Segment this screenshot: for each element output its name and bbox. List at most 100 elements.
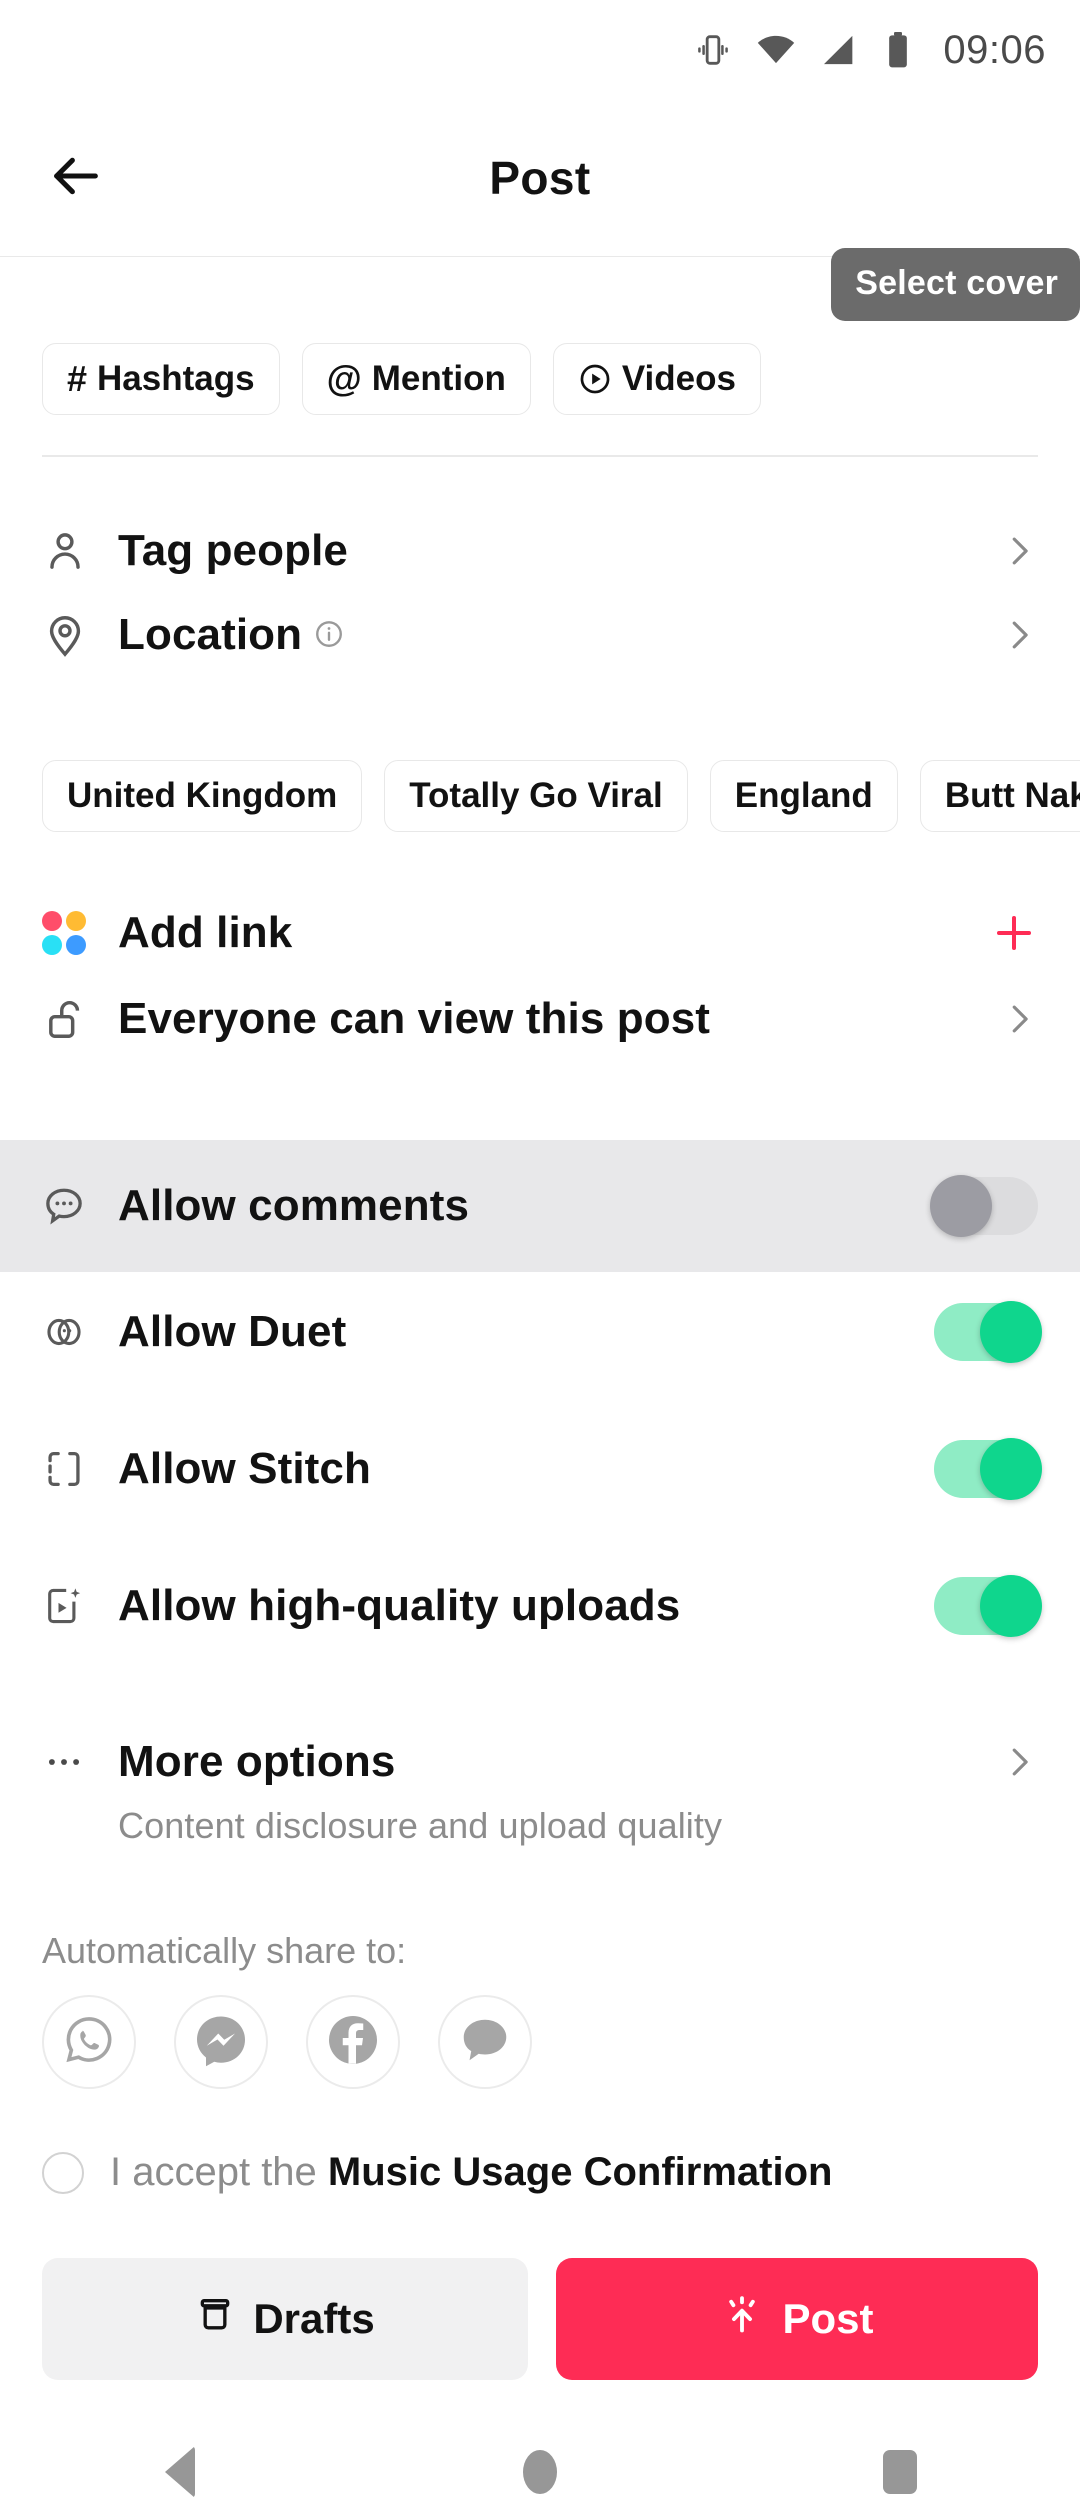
post-upload-icon	[720, 2292, 764, 2346]
caption-tool-chips: # Hashtags @ Mention Videos	[42, 343, 761, 415]
row-location[interactable]: Location	[0, 592, 1080, 678]
music-consent-prefix: I accept the	[110, 2150, 328, 2194]
page-title: Post	[489, 152, 591, 204]
facebook-icon	[323, 2010, 383, 2075]
signal-icon	[819, 30, 859, 70]
row-tag-people[interactable]: Tag people	[0, 508, 1080, 594]
chevron-right-icon	[1000, 532, 1038, 570]
location-suggestion-chips: United Kingdom Totally Go Viral England …	[42, 760, 1080, 832]
row-allow-duet[interactable]: Allow Duet	[0, 1286, 1080, 1378]
share-whatsapp-button[interactable]	[42, 1995, 136, 2089]
allow-duet-toggle[interactable]	[934, 1301, 1042, 1363]
person-icon	[42, 528, 100, 574]
more-options-subtitle: Content disclosure and upload quality	[118, 1805, 723, 1846]
chevron-right-icon	[1000, 1000, 1038, 1038]
status-bar-clock: 09:06	[943, 27, 1046, 72]
drafts-button[interactable]: Drafts	[42, 2258, 528, 2380]
location-chip[interactable]: Butt Naked Clinic	[919, 760, 1080, 832]
toggle-knob	[980, 1301, 1042, 1363]
nav-back-button[interactable]	[110, 2424, 250, 2520]
hashtag-icon: #	[67, 358, 88, 399]
tag-people-label: Tag people	[118, 526, 348, 575]
row-more-options[interactable]: More options	[0, 1716, 1080, 1808]
chip-label: Mention	[371, 359, 506, 398]
comment-bubble-icon	[42, 1184, 100, 1228]
location-label: Location	[118, 610, 344, 660]
allow-stitch-label: Allow Stitch	[118, 1444, 371, 1493]
location-chip[interactable]: England	[709, 760, 898, 832]
chat-bubble-icon	[456, 2011, 514, 2074]
unlock-icon	[42, 996, 100, 1042]
nav-home-button[interactable]	[470, 2424, 610, 2520]
share-sms-button[interactable]	[438, 1995, 532, 2089]
chevron-right-icon	[1000, 1743, 1038, 1781]
radio-unchecked-icon[interactable]	[42, 2151, 84, 2194]
chips-divider	[42, 455, 1038, 457]
chip-mention[interactable]: @ Mention	[301, 343, 531, 415]
nav-home-icon	[523, 2450, 557, 2494]
whatsapp-icon	[60, 2011, 118, 2074]
back-button[interactable]	[38, 140, 114, 216]
chevron-right-icon	[1000, 616, 1038, 654]
music-consent-row[interactable]: I accept the Music Usage Confirmation	[42, 2150, 832, 2195]
back-arrow-icon	[47, 147, 105, 210]
status-bar: 09:06	[0, 0, 1080, 100]
allow-comments-label: Allow comments	[118, 1181, 470, 1230]
toggle-knob	[930, 1175, 992, 1237]
chip-label: Videos	[621, 359, 736, 398]
nav-recents-icon	[883, 2450, 917, 2494]
music-usage-confirmation-link[interactable]: Music Usage Confirmation	[328, 2150, 833, 2194]
four-dots-icon	[42, 911, 100, 955]
chip-hashtags[interactable]: # Hashtags	[42, 343, 280, 415]
video-play-icon	[578, 362, 612, 396]
post-button[interactable]: Post	[556, 2258, 1038, 2380]
allow-duet-label: Allow Duet	[118, 1307, 347, 1356]
share-messenger-button[interactable]	[174, 1995, 268, 2089]
post-label: Post	[782, 2295, 874, 2342]
toggle-knob	[980, 1438, 1042, 1500]
chip-label: Hashtags	[97, 359, 255, 398]
duet-icon	[42, 1310, 100, 1354]
allow-hq-label: Allow high-quality uploads	[118, 1581, 681, 1630]
allow-comments-toggle[interactable]	[930, 1175, 1038, 1237]
toggle-knob	[980, 1575, 1042, 1637]
location-pin-icon	[42, 612, 100, 658]
ellipsis-icon	[42, 1740, 100, 1784]
mention-icon: @	[326, 358, 362, 399]
share-targets	[42, 1995, 532, 2089]
vibrate-icon	[693, 30, 733, 70]
hq-upload-icon	[42, 1584, 100, 1628]
messenger-icon	[191, 2010, 251, 2075]
header-bar: Post	[0, 100, 1080, 256]
select-cover-button[interactable]: Select cover	[831, 248, 1080, 321]
wifi-icon	[755, 29, 797, 71]
chip-videos[interactable]: Videos	[552, 343, 761, 415]
post-screen: 09:06 Post Select cover # Hashtags @ Men…	[0, 0, 1080, 2520]
allow-stitch-toggle[interactable]	[934, 1438, 1042, 1500]
plus-icon[interactable]	[990, 909, 1038, 957]
share-facebook-button[interactable]	[306, 1995, 400, 2089]
drafts-icon	[195, 2294, 235, 2344]
info-icon[interactable]	[314, 610, 344, 660]
location-text: Location	[118, 610, 303, 659]
more-options-label: More options	[118, 1737, 396, 1786]
android-nav-bar	[0, 2424, 1080, 2520]
location-chip[interactable]: Totally Go Viral	[384, 760, 688, 832]
drafts-label: Drafts	[253, 2295, 375, 2342]
music-consent-text: I accept the Music Usage Confirmation	[110, 2150, 832, 2195]
share-section-label: Automatically share to:	[42, 1930, 407, 1971]
row-privacy[interactable]: Everyone can view this post	[0, 976, 1080, 1062]
row-allow-comments[interactable]: Allow comments	[0, 1140, 1080, 1272]
battery-icon	[881, 30, 915, 70]
privacy-label: Everyone can view this post	[118, 994, 711, 1043]
allow-hq-toggle[interactable]	[934, 1575, 1042, 1637]
nav-recents-button[interactable]	[830, 2424, 970, 2520]
stitch-icon	[42, 1447, 100, 1491]
row-add-link[interactable]: Add link	[0, 890, 1080, 976]
row-allow-hq-uploads[interactable]: Allow high-quality uploads	[0, 1560, 1080, 1652]
nav-back-icon	[165, 2446, 195, 2498]
action-buttons: Drafts Post	[0, 2258, 1080, 2380]
row-allow-stitch[interactable]: Allow Stitch	[0, 1423, 1080, 1515]
location-chip[interactable]: United Kingdom	[42, 760, 363, 832]
add-link-label: Add link	[118, 908, 293, 957]
